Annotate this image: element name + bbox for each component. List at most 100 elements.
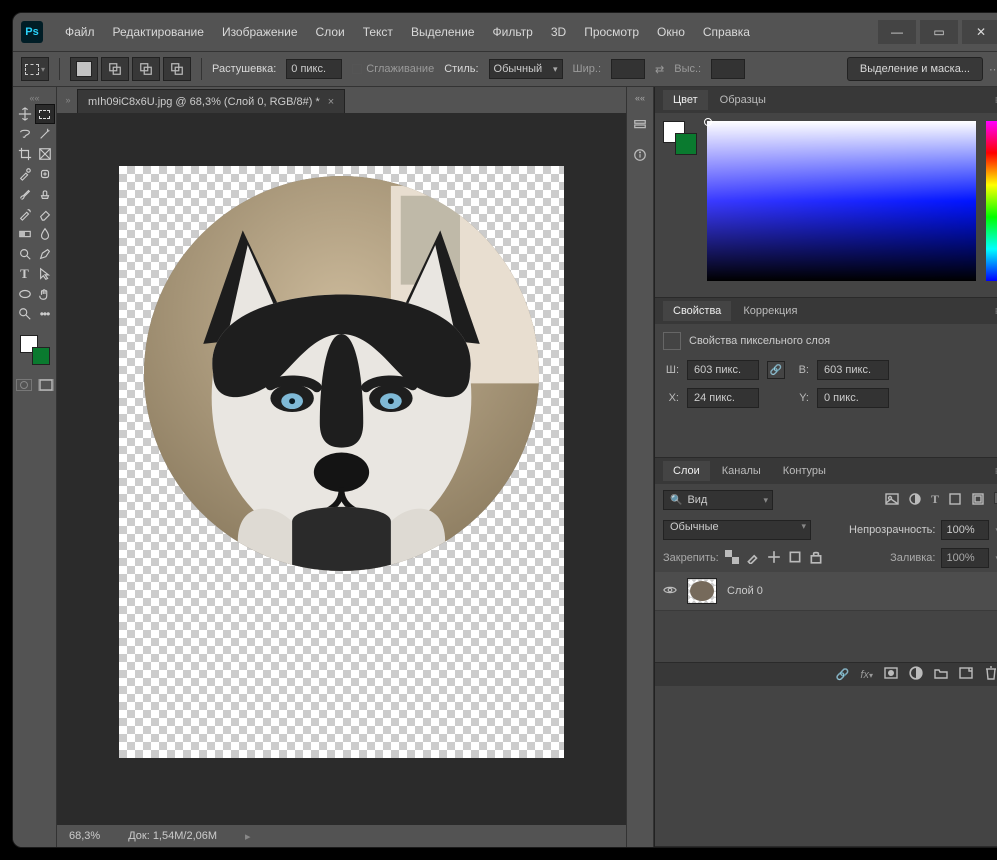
layer-item[interactable]: Слой 0 bbox=[655, 572, 997, 611]
layer-effects-icon[interactable]: fx▾ bbox=[860, 669, 873, 681]
tabs-collapse-icon[interactable]: » bbox=[59, 95, 77, 105]
menu-file[interactable]: Файл bbox=[57, 21, 103, 43]
layer-list[interactable]: Слой 0 bbox=[655, 572, 997, 662]
tab-adjustments[interactable]: Коррекция bbox=[733, 301, 807, 321]
filter-type-icon[interactable]: T bbox=[931, 492, 939, 509]
move-tool[interactable] bbox=[16, 105, 34, 123]
lock-transparency-icon[interactable] bbox=[725, 550, 739, 567]
hue-slider[interactable] bbox=[986, 121, 997, 281]
tab-swatches[interactable]: Образцы bbox=[710, 90, 776, 110]
history-panel-icon[interactable] bbox=[631, 117, 649, 133]
prop-y-input[interactable]: 0 пикс. bbox=[817, 388, 889, 408]
brush-tool[interactable] bbox=[16, 185, 34, 203]
layer-visibility-icon[interactable] bbox=[663, 583, 677, 600]
menu-help[interactable]: Справка bbox=[695, 21, 758, 43]
magic-wand-tool[interactable] bbox=[36, 125, 54, 143]
menu-3d[interactable]: 3D bbox=[543, 21, 574, 43]
tab-color[interactable]: Цвет bbox=[663, 90, 708, 110]
panel-background-swatch[interactable] bbox=[675, 133, 697, 155]
opacity-input[interactable]: 100% bbox=[941, 520, 989, 540]
menu-select[interactable]: Выделение bbox=[403, 21, 483, 43]
close-button[interactable]: ✕ bbox=[962, 20, 997, 44]
screen-mode-icon[interactable] bbox=[38, 379, 54, 391]
filter-smart-icon[interactable] bbox=[971, 492, 985, 509]
fill-input[interactable]: 100% bbox=[941, 548, 989, 568]
intersect-selection-button[interactable] bbox=[163, 57, 191, 81]
menu-filter[interactable]: Фильтр bbox=[485, 21, 541, 43]
prop-h-input[interactable]: 603 пикс. bbox=[817, 360, 889, 380]
layer-thumbnail[interactable] bbox=[687, 578, 717, 604]
blur-tool[interactable] bbox=[36, 225, 54, 243]
current-tool-preview[interactable]: ▾ bbox=[21, 57, 49, 81]
gradient-tool[interactable] bbox=[16, 225, 34, 243]
lock-pixels-icon[interactable] bbox=[746, 550, 760, 567]
maximize-button[interactable]: ▭ bbox=[920, 20, 958, 44]
filter-adjust-icon[interactable] bbox=[908, 492, 922, 509]
rectangular-marquee-tool[interactable] bbox=[36, 105, 54, 123]
crop-tool[interactable] bbox=[16, 145, 34, 163]
menu-layer[interactable]: Слои bbox=[308, 21, 353, 43]
new-selection-button[interactable] bbox=[70, 57, 98, 81]
layer-filter-select[interactable]: 🔍 Вид bbox=[663, 490, 773, 510]
subtract-selection-button[interactable] bbox=[132, 57, 160, 81]
info-panel-icon[interactable] bbox=[631, 147, 649, 163]
tab-channels[interactable]: Каналы bbox=[712, 461, 771, 481]
path-selection-tool[interactable] bbox=[36, 265, 54, 283]
filter-shape-icon[interactable] bbox=[948, 492, 962, 509]
prop-x-input[interactable]: 24 пикс. bbox=[687, 388, 759, 408]
lock-position-icon[interactable] bbox=[767, 550, 781, 567]
zoom-level[interactable]: 68,3% bbox=[69, 830, 100, 842]
prop-w-input[interactable]: 603 пикс. bbox=[687, 360, 759, 380]
tab-layers[interactable]: Слои bbox=[663, 461, 710, 481]
color-panel-swatches[interactable] bbox=[663, 121, 697, 155]
dock-expand-icon[interactable]: «« bbox=[635, 93, 645, 103]
tab-properties[interactable]: Свойства bbox=[663, 301, 731, 321]
menu-type[interactable]: Текст bbox=[355, 21, 401, 43]
filter-pixel-icon[interactable] bbox=[885, 492, 899, 509]
style-select[interactable]: Обычный bbox=[489, 59, 563, 79]
history-brush-tool[interactable] bbox=[16, 205, 34, 223]
blend-mode-select[interactable]: Обычные bbox=[663, 520, 811, 540]
color-spectrum[interactable] bbox=[707, 121, 976, 281]
zoom-tool[interactable] bbox=[16, 305, 34, 323]
menu-view[interactable]: Просмотр bbox=[576, 21, 647, 43]
color-swatches[interactable] bbox=[20, 335, 50, 365]
canvas[interactable] bbox=[119, 166, 564, 758]
menu-image[interactable]: Изображение bbox=[214, 21, 306, 43]
new-adjustment-icon[interactable] bbox=[909, 666, 923, 683]
menu-window[interactable]: Окно bbox=[649, 21, 693, 43]
dodge-tool[interactable] bbox=[16, 245, 34, 263]
type-tool[interactable]: T bbox=[16, 265, 34, 283]
close-tab-icon[interactable]: × bbox=[328, 96, 334, 108]
new-group-icon[interactable] bbox=[934, 666, 948, 683]
frame-tool[interactable] bbox=[36, 145, 54, 163]
hand-tool[interactable] bbox=[36, 285, 54, 303]
quick-mask-toggle[interactable] bbox=[16, 379, 54, 391]
standard-mode-icon[interactable] bbox=[16, 379, 32, 391]
select-and-mask-button[interactable]: Выделение и маска... bbox=[847, 57, 983, 81]
toolbox-collapse-icon[interactable]: «« bbox=[13, 93, 56, 105]
pen-tool[interactable] bbox=[36, 245, 54, 263]
shape-tool[interactable] bbox=[16, 285, 34, 303]
lasso-tool[interactable] bbox=[16, 125, 34, 143]
delete-layer-icon[interactable] bbox=[984, 666, 997, 683]
status-caret-icon[interactable]: ▸ bbox=[245, 830, 251, 843]
edit-toolbar-button[interactable]: ••• bbox=[36, 305, 54, 323]
menu-edit[interactable]: Редактирование bbox=[105, 21, 212, 43]
feather-input[interactable]: 0 пикс. bbox=[286, 59, 342, 79]
eraser-tool[interactable] bbox=[36, 205, 54, 223]
minimize-button[interactable]: — bbox=[878, 20, 916, 44]
canvas-viewport[interactable] bbox=[57, 113, 626, 825]
add-mask-icon[interactable] bbox=[884, 666, 898, 683]
eyedropper-tool[interactable] bbox=[16, 165, 34, 183]
healing-brush-tool[interactable] bbox=[36, 165, 54, 183]
layer-name[interactable]: Слой 0 bbox=[727, 585, 763, 597]
add-selection-button[interactable] bbox=[101, 57, 129, 81]
lock-all-icon[interactable] bbox=[809, 550, 823, 567]
clone-stamp-tool[interactable] bbox=[36, 185, 54, 203]
lock-artboard-icon[interactable] bbox=[788, 550, 802, 567]
background-swatch[interactable] bbox=[32, 347, 50, 365]
tab-paths[interactable]: Контуры bbox=[773, 461, 836, 481]
link-layers-icon[interactable]: 🔗 bbox=[836, 668, 850, 681]
document-tab[interactable]: mIh09iC8x6U.jpg @ 68,3% (Слой 0, RGB/8#)… bbox=[77, 89, 345, 113]
